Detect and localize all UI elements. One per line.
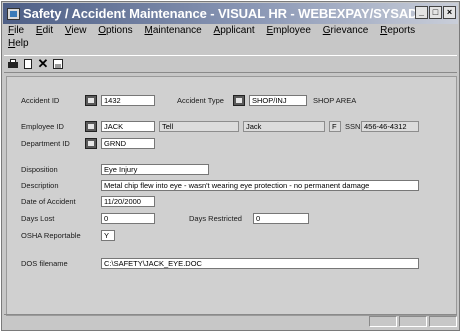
menu-grievance[interactable]: Grievance (323, 24, 369, 37)
menu-help[interactable]: Help (8, 37, 29, 50)
accident-type-field[interactable]: SHOP/INJ (249, 95, 307, 106)
employee-id-label: Employee ID (21, 122, 64, 131)
ssn-label: SSN (345, 122, 361, 131)
date-of-accident-field[interactable]: 11/20/2000 (101, 196, 155, 207)
menu-file[interactable]: File (8, 24, 24, 37)
new-icon[interactable] (22, 58, 34, 70)
days-lost-label: Days Lost (21, 214, 55, 223)
menu-options[interactable]: Options (98, 24, 132, 37)
close-button[interactable]: × (443, 6, 456, 19)
menu-edit[interactable]: Edit (36, 24, 53, 37)
delete-icon[interactable]: ✕ (37, 57, 49, 70)
app-window: Safety / Accident Maintenance - VISUAL H… (1, 1, 460, 331)
osha-reportable-label: OSHA Reportable (21, 231, 81, 240)
form-panel: Accident ID 1432 Accident Type SHOP/INJ … (6, 76, 457, 316)
menu-reports[interactable]: Reports (380, 24, 415, 37)
disposition-field[interactable]: Eye Injury (101, 164, 209, 175)
menu-bar: File Edit View Options Maintenance Appli… (4, 24, 444, 54)
accident-type-description: SHOP AREA (313, 96, 357, 105)
employee-first-name: Jack (243, 121, 325, 132)
date-of-accident-label: Date of Accident (21, 197, 76, 206)
menu-view[interactable]: View (65, 24, 87, 37)
department-id-field[interactable]: GRND (101, 138, 155, 149)
employee-middle-initial: F (329, 121, 341, 132)
osha-reportable-field[interactable]: Y (101, 230, 115, 241)
window-title: Safety / Accident Maintenance - VISUAL H… (23, 6, 429, 21)
days-restricted-label: Days Restricted (189, 214, 242, 223)
menu-employee[interactable]: Employee (266, 24, 310, 37)
print-icon[interactable] (7, 58, 19, 70)
disposition-label: Disposition (21, 165, 58, 174)
accident-id-lookup-icon[interactable] (85, 95, 97, 106)
toolbar: ✕ (4, 55, 457, 73)
status-panel (369, 316, 397, 327)
status-panel (429, 316, 457, 327)
menu-maintenance[interactable]: Maintenance (144, 24, 201, 37)
window-controls: _ □ × (415, 6, 456, 19)
menu-applicant[interactable]: Applicant (214, 24, 255, 37)
days-restricted-field[interactable]: 0 (253, 213, 309, 224)
employee-id-lookup-icon[interactable] (85, 121, 97, 132)
dos-filename-label: DOS filename (21, 259, 68, 268)
minimize-button[interactable]: _ (415, 6, 428, 19)
employee-last-name: Tell (159, 121, 239, 132)
department-id-lookup-icon[interactable] (85, 138, 97, 149)
save-icon[interactable] (52, 58, 64, 70)
title-bar[interactable]: Safety / Accident Maintenance - VISUAL H… (3, 3, 458, 24)
accident-id-label: Accident ID (21, 96, 60, 105)
status-panel (399, 316, 427, 327)
restore-button[interactable]: □ (429, 6, 442, 19)
description-field[interactable]: Metal chip flew into eye - wasn't wearin… (101, 180, 419, 191)
description-label: Description (21, 181, 59, 190)
app-icon[interactable] (7, 7, 20, 20)
dos-filename-field[interactable]: C:\SAFETY\JACK_EYE.DOC (101, 258, 419, 269)
accident-type-lookup-icon[interactable] (233, 95, 245, 106)
department-id-label: Department ID (21, 139, 70, 148)
ssn-field: 456-46-4312 (361, 121, 419, 132)
employee-id-field[interactable]: JACK (101, 121, 155, 132)
days-lost-field[interactable]: 0 (101, 213, 155, 224)
accident-type-label: Accident Type (177, 96, 224, 105)
status-bar (4, 314, 457, 328)
accident-id-field[interactable]: 1432 (101, 95, 155, 106)
